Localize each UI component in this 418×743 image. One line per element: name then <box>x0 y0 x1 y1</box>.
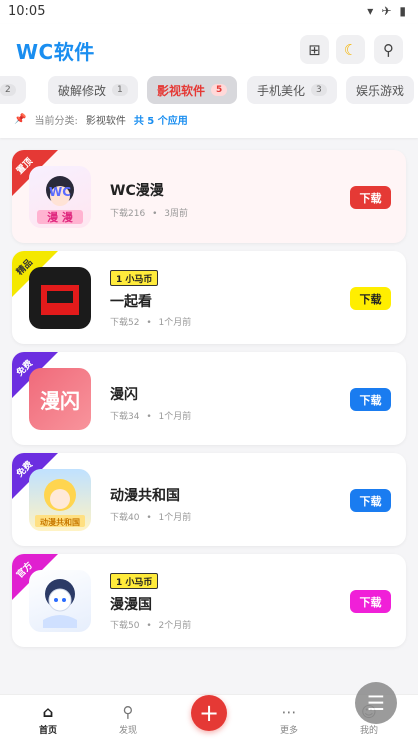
tab-label: 手机美化 <box>257 83 306 98</box>
app-meta: 下载50 • 2个月前 <box>110 618 191 631</box>
tab-label: 破解修改 <box>58 83 107 98</box>
home-icon: ⌂ <box>42 703 54 721</box>
app-icon-yiqikan <box>29 267 91 329</box>
current-category: 📌 当前分类: 影视软件 共 5 个应用 <box>14 112 188 127</box>
download-button[interactable]: 下载 <box>350 590 391 613</box>
app-name: 漫漫国 <box>110 597 152 613</box>
app-meta: 下载34 • 1个月前 <box>110 409 191 422</box>
status-bar: 10:05 ▾ ✈ ▮ <box>0 0 418 24</box>
app-card-yiqikan[interactable]: 精品 1 小马币 一起看 下载52 • 1个月前 下载 <box>12 251 406 344</box>
tab-count: 2 <box>0 84 16 96</box>
app-icon-manshan: 漫闪 <box>29 368 91 430</box>
app-icon-wc-manman: WC 漫 漫 <box>29 166 91 228</box>
app-meta: 下载216 • 3周前 <box>110 206 188 219</box>
tab-category-0[interactable]: 2 <box>0 76 26 104</box>
app-icon-text: 动漫共和国 <box>40 517 80 527</box>
category-tabs: 2 破解修改 1 影视软件 5 手机美化 3 娱乐游戏 <box>0 76 418 106</box>
airplane-icon: ✈ <box>381 4 392 18</box>
search-icon: ⚲ <box>122 703 134 721</box>
app-name: 一起看 <box>110 294 152 310</box>
nav-label: 发现 <box>118 726 137 736</box>
moon-icon: ☾ <box>343 40 358 59</box>
coin-price-badge: 1 小马币 <box>110 270 159 286</box>
nav-label: 更多 <box>279 726 298 736</box>
app-card-manshan[interactable]: 免费 漫闪 漫闪 下载34 • 1个月前 下载 <box>12 352 406 445</box>
floating-menu-button[interactable]: ☰ <box>355 682 397 724</box>
nav-home[interactable]: ⌂ 首页 <box>23 703 73 736</box>
tab-label: 影视软件 <box>157 83 206 98</box>
crumb-category: 影视软件 <box>85 116 126 127</box>
app-icon-dongman-gongheguo: 动漫共和国 <box>29 469 91 531</box>
nav-label: 首页 <box>38 726 57 736</box>
app-name: 动漫共和国 <box>110 488 180 504</box>
coin-price-badge: 1 小马币 <box>110 573 159 589</box>
crumb-count: 共 5 个应用 <box>133 116 188 127</box>
separator: • <box>146 412 152 422</box>
separator: • <box>152 209 158 219</box>
tab-label: 娱乐游戏 <box>356 83 405 98</box>
tab-crack-mod[interactable]: 破解修改 1 <box>48 76 138 104</box>
svg-text:漫 漫: 漫 漫 <box>47 210 74 224</box>
tab-video-apps[interactable]: 影视软件 5 <box>147 76 238 104</box>
download-button[interactable]: 下载 <box>350 287 391 310</box>
battery-icon: ▮ <box>399 4 406 18</box>
updated-time: 3周前 <box>164 209 188 219</box>
download-button[interactable]: 下载 <box>350 388 391 411</box>
tab-count: 5 <box>211 84 228 96</box>
download-button[interactable]: 下载 <box>350 186 391 209</box>
status-time: 10:05 <box>8 4 46 19</box>
svg-text:WC: WC <box>49 185 71 199</box>
tab-entertainment-games[interactable]: 娱乐游戏 <box>346 76 415 104</box>
app-meta: 下载40 • 1个月前 <box>110 510 191 523</box>
app-card-manmanguo[interactable]: 官方 1 小马币 漫漫国 下载50 • 2个月前 下载 <box>12 554 406 647</box>
download-count: 下载50 <box>110 621 140 631</box>
app-name: WC漫漫 <box>110 183 164 199</box>
updated-time: 2个月前 <box>158 621 192 631</box>
pin-icon: 📌 <box>14 114 27 125</box>
app-name: 漫闪 <box>110 387 138 403</box>
download-button[interactable]: 下载 <box>350 489 391 512</box>
tab-count: 1 <box>112 84 128 96</box>
add-icon: + <box>198 699 220 727</box>
grid-view-button[interactable]: ⊞ <box>300 35 329 64</box>
grid-icon: ⊞ <box>308 40 321 59</box>
wifi-icon: ▾ <box>367 4 374 18</box>
more-icon: ⋯ <box>281 703 297 721</box>
updated-time: 1个月前 <box>158 318 192 328</box>
download-count: 下载52 <box>110 318 140 328</box>
download-count: 下载34 <box>110 412 140 422</box>
search-icon: ⚲ <box>383 40 394 59</box>
download-count: 下载40 <box>110 513 140 523</box>
updated-time: 1个月前 <box>158 412 192 422</box>
separator: • <box>146 513 152 523</box>
app-card-dongman-gongheguo[interactable]: 免费 动漫共和国 动漫共和国 下载40 • 1个月前 下载 <box>12 453 406 546</box>
separator: • <box>146 318 152 328</box>
app-card-wc-manman[interactable]: 置顶 WC 漫 漫 WC漫漫 下载216 • 3周前 下载 <box>12 150 406 243</box>
app-header: WC软件 ⊞ ☾ ⚲ 2 破解修改 1 影视软件 5 手机美化 3 娱乐游戏 📌… <box>0 24 418 138</box>
dark-mode-button[interactable]: ☾ <box>336 35 365 64</box>
nav-label: 我的 <box>359 726 378 736</box>
updated-time: 1个月前 <box>158 513 192 523</box>
tab-phone-themes[interactable]: 手机美化 3 <box>247 76 337 104</box>
download-count: 下载216 <box>110 209 146 219</box>
add-button[interactable]: + <box>191 695 227 731</box>
app-meta: 下载52 • 1个月前 <box>110 315 191 328</box>
separator: • <box>146 621 152 631</box>
crumb-prefix: 当前分类: <box>34 116 78 127</box>
app-title: WC软件 <box>16 40 95 64</box>
nav-discover[interactable]: ⚲ 发现 <box>103 703 153 736</box>
menu-icon: ☰ <box>367 691 385 715</box>
app-icon-manmanguo <box>29 570 91 632</box>
nav-more[interactable]: ⋯ 更多 <box>264 703 314 736</box>
search-button[interactable]: ⚲ <box>374 35 403 64</box>
app-icon-text: 漫闪 <box>40 388 80 413</box>
tab-count: 3 <box>311 84 327 96</box>
